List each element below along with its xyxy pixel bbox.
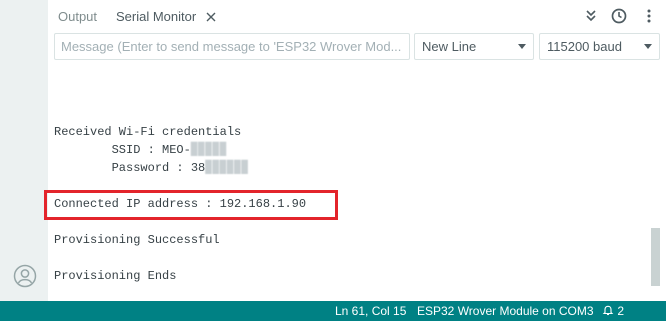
clock-icon[interactable] — [610, 7, 628, 25]
scrollbar-thumb[interactable] — [651, 228, 660, 286]
ssid-redacted: ▉▉▉▉▉ — [190, 143, 227, 157]
ssid-label: SSID : MEO- — [54, 143, 191, 157]
tab-serial-monitor[interactable]: Serial Monitor — [116, 9, 196, 25]
chevron-down-icon — [518, 44, 526, 49]
serial-output: Received Wi-Fi credentials SSID : MEO-▉▉… — [48, 64, 666, 300]
close-icon[interactable] — [203, 9, 219, 25]
tab-output[interactable]: Output — [58, 9, 97, 25]
notifications-count: 2 — [617, 304, 625, 318]
serial-input-bar: New Line 115200 baud — [48, 32, 666, 62]
board-port-status[interactable]: ESP32 Wrover Module on COM3 — [417, 304, 594, 318]
double-chevron-down-icon[interactable] — [582, 7, 600, 25]
line-ending-value: New Line — [422, 39, 477, 54]
output-line: Password : 38▉▉▉▉▉▉ — [54, 161, 249, 175]
password-label: Password : 38 — [54, 161, 206, 175]
output-line: Received Wi-Fi credentials — [54, 125, 242, 139]
notifications-indicator[interactable]: 2 — [602, 304, 624, 318]
highlight-box — [44, 190, 338, 220]
baud-rate-select[interactable]: 115200 baud — [539, 33, 660, 60]
account-icon[interactable] — [13, 264, 37, 288]
message-input[interactable] — [54, 33, 410, 60]
cursor-position[interactable]: Ln 61, Col 15 — [335, 304, 406, 318]
output-line: Provisioning Successful — [54, 233, 220, 247]
line-ending-select[interactable]: New Line — [414, 33, 534, 60]
password-redacted: ▉▉▉▉▉▉ — [205, 161, 249, 175]
panel-tab-bar: Output Serial Monitor — [48, 0, 666, 32]
chevron-down-icon — [644, 44, 652, 49]
left-sidebar — [0, 0, 48, 301]
output-line: SSID : MEO-▉▉▉▉▉ — [54, 143, 227, 157]
more-vertical-icon[interactable] — [640, 7, 658, 25]
output-line: Provisioning Ends — [54, 269, 177, 283]
baud-rate-value: 115200 baud — [547, 39, 622, 54]
status-bar: Ln 61, Col 15 ESP32 Wrover Module on COM… — [0, 301, 666, 321]
bell-icon — [602, 305, 614, 316]
